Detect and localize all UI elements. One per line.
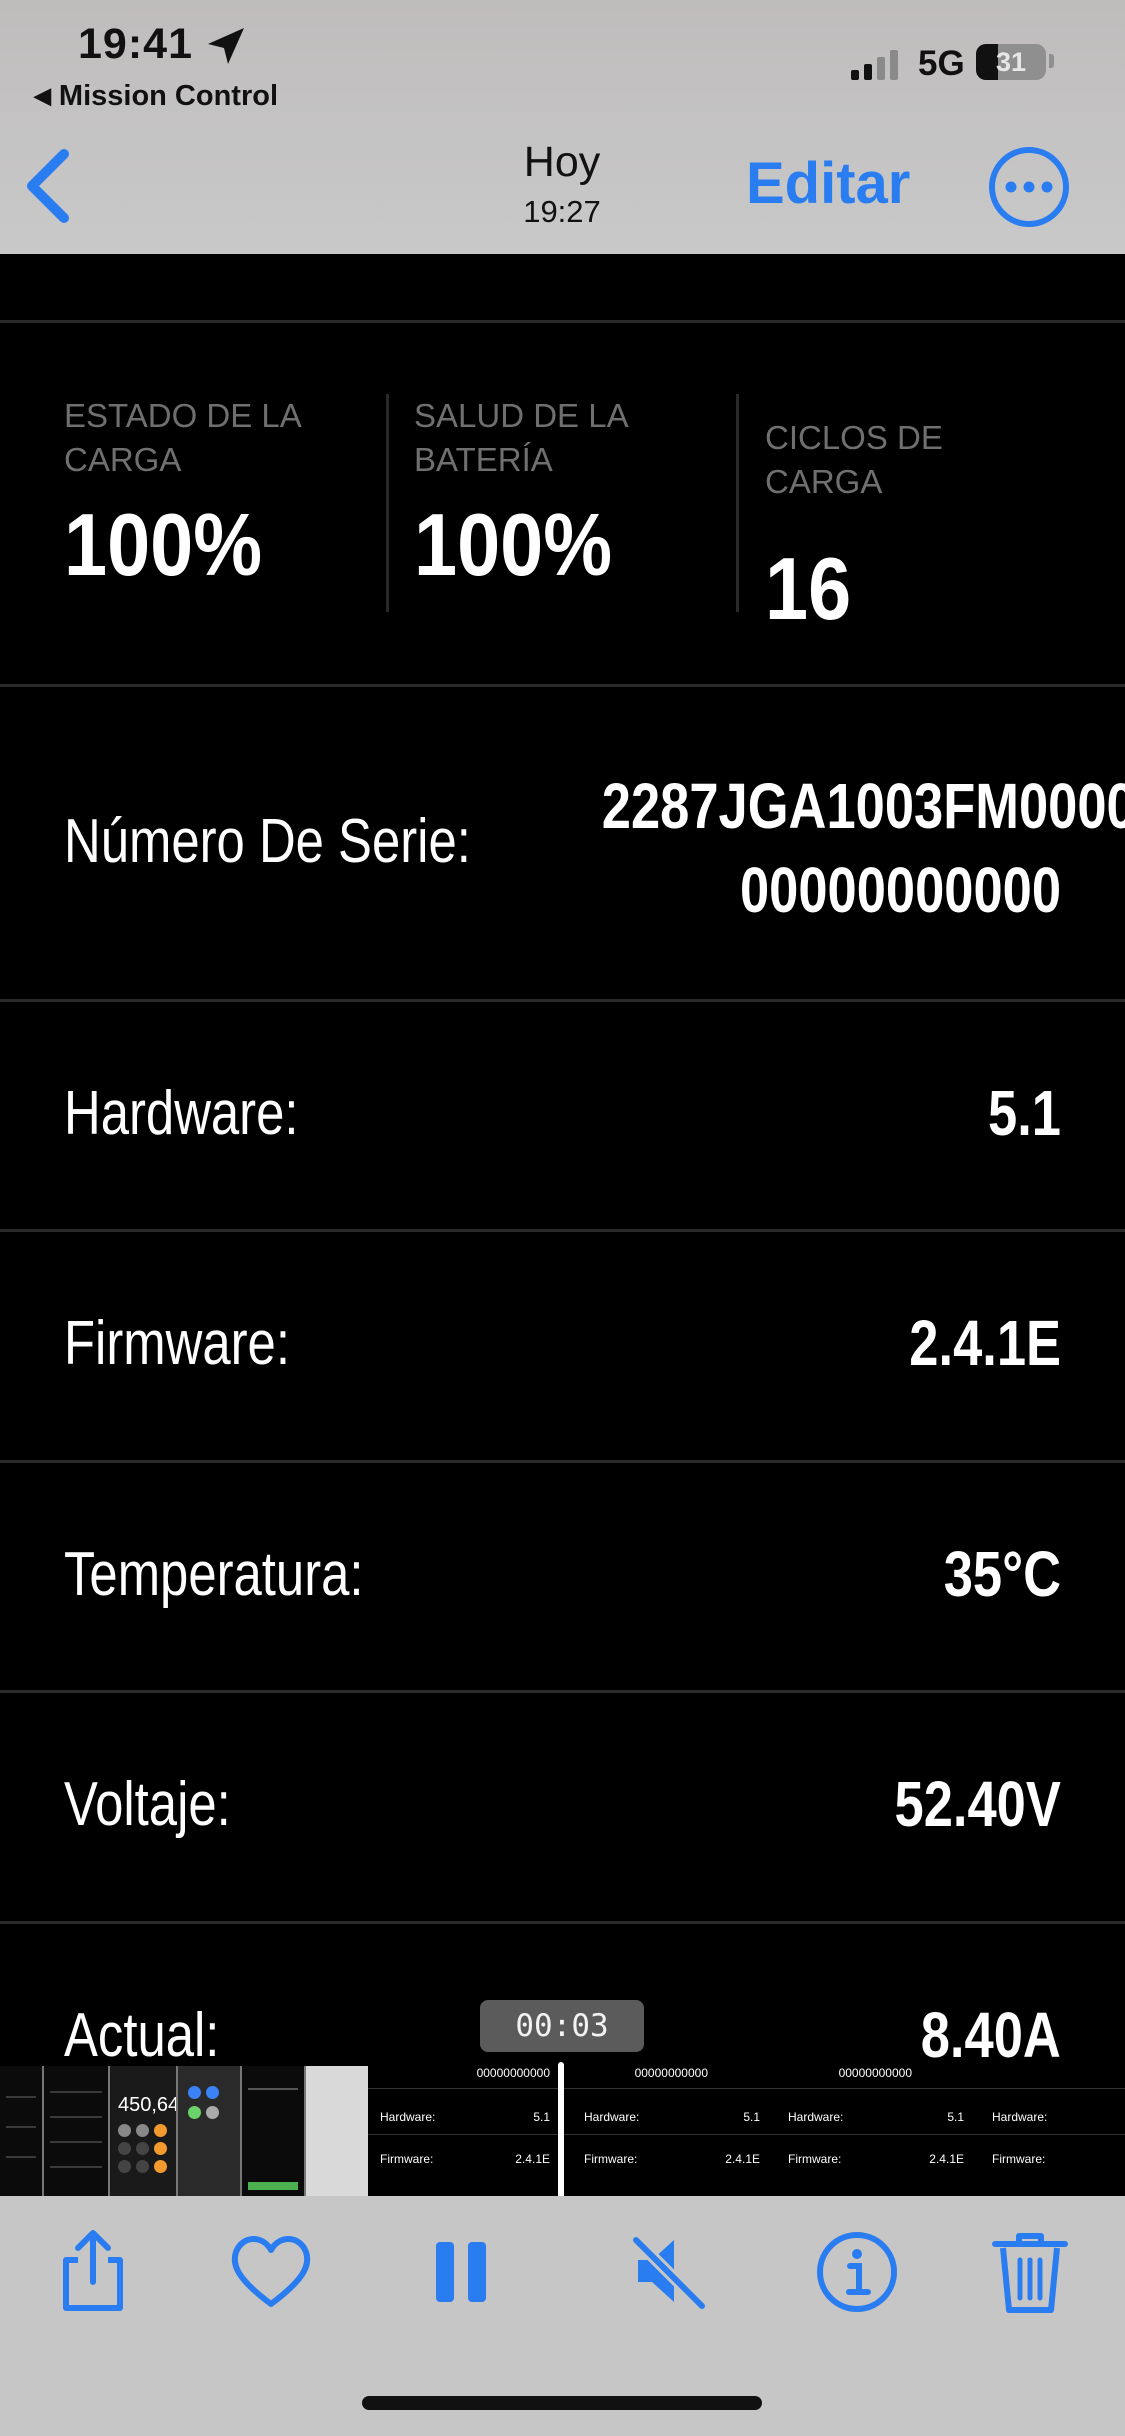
- stat-charge-cycles: CICLOS DE CARGA 16: [765, 416, 1065, 640]
- filmstrip-playhead[interactable]: [558, 2062, 564, 2200]
- stat-separator: [736, 394, 739, 612]
- frame-hw-value: 5.1: [533, 2110, 550, 2124]
- share-icon[interactable]: [48, 2226, 138, 2316]
- frame-fw-label: Firmware:: [380, 2152, 434, 2166]
- divider: [0, 1460, 1125, 1463]
- firmware-value: 2.4.1E: [909, 1307, 1061, 1379]
- frame-fw-value: 2.4.1E: [929, 2152, 964, 2166]
- frame-hw-value: 5.1: [743, 2110, 760, 2124]
- battery-level: 31: [995, 47, 1027, 77]
- divider: [0, 320, 1125, 323]
- back-to-app-link[interactable]: ◀ Mission Control: [34, 80, 278, 113]
- divider: [0, 999, 1125, 1002]
- location-arrow-icon: [208, 28, 244, 64]
- info-icon[interactable]: [812, 2226, 902, 2316]
- divider: [0, 1921, 1125, 1924]
- voltage-label: Voltaje:: [64, 1770, 231, 1839]
- trash-icon[interactable]: [985, 2226, 1075, 2316]
- frame-fw-label: Firmware:: [788, 2152, 842, 2166]
- temperature-value: 35°C: [943, 1538, 1061, 1610]
- frame-fw-value: 2.4.1E: [515, 2152, 550, 2166]
- battery-icon: 31: [976, 44, 1046, 80]
- network-type: 5G: [918, 44, 965, 83]
- firmware-label: Firmware:: [64, 1309, 290, 1378]
- filmstrip-frame[interactable]: 00000000000 Hardware: 5.1 Firmware: 2.4.…: [564, 2066, 768, 2196]
- stat-battery-health: SALUD DE LA BATERÍA 100%: [414, 394, 714, 596]
- filmstrip-frame[interactable]: 00000000000 Hardware: 5.1 Firmware: 2.4.…: [368, 2066, 558, 2196]
- frame-fw-label: Firmware:: [992, 2152, 1046, 2166]
- frame-serial: 00000000000: [634, 2066, 708, 2080]
- serial-line-1: 2287JGA1003FM000000: [601, 770, 1125, 842]
- frame-fw-value: 2.4.1E: [725, 2152, 760, 2166]
- more-options-icon[interactable]: [987, 145, 1071, 229]
- frame-fw-label: Firmware:: [584, 2152, 638, 2166]
- stat-label: SALUD DE LA BATERÍA: [414, 397, 627, 478]
- frame-hw-label: Hardware:: [380, 2110, 436, 2124]
- serial-label: Número De Serie:: [64, 807, 471, 876]
- frame-serial: 00000000000: [838, 2066, 912, 2080]
- frame-serial: 00000000000: [476, 2066, 550, 2080]
- hardware-value: 5.1: [988, 1077, 1061, 1149]
- divider: [0, 684, 1125, 687]
- pause-icon[interactable]: [416, 2226, 506, 2316]
- back-triangle-icon: ◀: [34, 83, 51, 108]
- nav-title: Hoy: [523, 138, 601, 186]
- frame-hw-label: Hardware:: [992, 2110, 1048, 2124]
- cellular-signal-icon: [851, 50, 898, 80]
- stat-label: ESTADO DE LA CARGA: [64, 397, 300, 478]
- mute-icon[interactable]: [624, 2226, 714, 2316]
- home-indicator[interactable]: [362, 2396, 762, 2410]
- stat-value: 100%: [64, 495, 263, 594]
- heart-icon[interactable]: [226, 2226, 316, 2316]
- top-bar: 19:41 ◀ Mission Control 5G 31 Hoy 19:27 E…: [0, 0, 1125, 254]
- filmstrip-thumbnail[interactable]: [242, 2066, 306, 2196]
- temperature-label: Temperatura:: [64, 1540, 364, 1609]
- filmstrip-frame[interactable]: 00000000000 Hardware: 5.1 Firmware: 2.4.…: [768, 2066, 972, 2196]
- battery-tip: [1049, 54, 1054, 68]
- stat-value: 100%: [414, 495, 613, 594]
- frame-hw-value: 5.1: [947, 2110, 964, 2124]
- calculator-display: 450,64: [118, 2094, 178, 2116]
- divider: [0, 1229, 1125, 1232]
- frame-hw-label: Hardware:: [788, 2110, 844, 2124]
- divider: [0, 1690, 1125, 1693]
- status-time: 19:41: [78, 20, 193, 68]
- filmstrip-thumbnail[interactable]: [44, 2066, 110, 2196]
- hardware-label: Hardware:: [64, 1079, 299, 1148]
- current-label: Actual:: [64, 2001, 220, 2066]
- filmstrip-thumbnail-calculator[interactable]: 450,64: [110, 2066, 178, 2196]
- stat-value: 16: [765, 539, 852, 638]
- stat-label: CICLOS DE CARGA: [765, 419, 943, 500]
- serial-line-2: 00000000000: [739, 854, 1061, 926]
- video-frame-content: ESTADO DE LA CARGA 100% SALUD DE LA BATE…: [0, 254, 1125, 2066]
- stat-charge-state: ESTADO DE LA CARGA 100%: [64, 394, 364, 596]
- current-value: 8.40A: [920, 1999, 1061, 2066]
- edit-button[interactable]: Editar: [746, 150, 910, 217]
- nav-subtitle: 19:27: [523, 194, 601, 229]
- back-chevron-icon[interactable]: [20, 146, 80, 226]
- voltage-value: 52.40V: [894, 1768, 1061, 1840]
- stat-separator: [386, 394, 389, 612]
- filmstrip-frame[interactable]: Hardware: Firmware:: [972, 2066, 1125, 2196]
- filmstrip-thumbnail[interactable]: [178, 2066, 242, 2196]
- back-app-label: Mission Control: [58, 80, 279, 112]
- video-timer: 00:03: [480, 2000, 644, 2052]
- serial-value: 2287JGA1003FM000000 00000000000: [601, 764, 1125, 932]
- filmstrip-thumbnail[interactable]: [0, 2066, 44, 2196]
- frame-hw-label: Hardware:: [584, 2110, 640, 2124]
